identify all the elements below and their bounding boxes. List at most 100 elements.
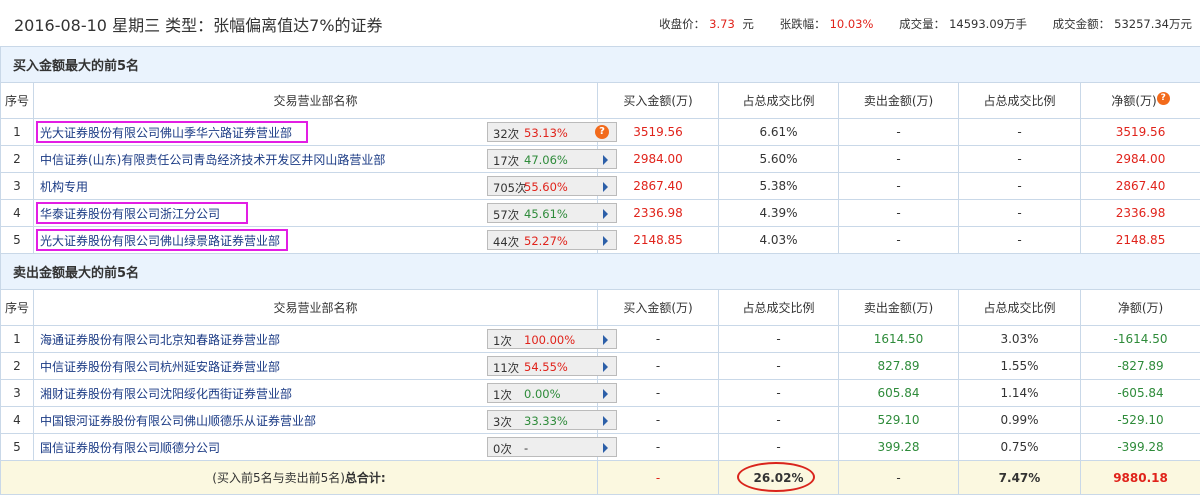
up-probability: 100.00%: [524, 333, 575, 347]
buy-pct-cell: 6.61%: [719, 119, 839, 146]
table-row: 5国信证券股份有限公司顺德分公司0次---399.280.75%-399.28: [1, 434, 1200, 461]
highlight-box: [36, 121, 308, 143]
section-header: 买入金额最大的前5名: [1, 47, 1200, 83]
broker-name-link[interactable]: 机构专用: [40, 180, 88, 194]
row-number: 4: [1, 200, 34, 227]
net-cell: -1614.50: [1081, 326, 1200, 353]
listing-count: 1次: [493, 387, 512, 403]
column-header: 序号: [1, 83, 34, 119]
listing-count: 0次: [493, 441, 512, 457]
section-header: 卖出金额最大的前5名: [1, 254, 1200, 290]
broker-cell: 光大证券股份有限公司佛山绿景路证券营业部44次52.27%: [34, 227, 598, 254]
up-probability: 53.13%: [524, 126, 568, 140]
row-number: 4: [1, 407, 34, 434]
broker-name-link[interactable]: 中信证券(山东)有限责任公司青岛经济技术开发区井冈山路营业部: [40, 153, 385, 167]
broker-cell: 海通证券股份有限公司北京知春路证券营业部 1次 100.00%: [34, 326, 598, 353]
summary-bar: 2016-08-10 星期三 类型：张幅偏离值达7%的证券 收盘价：3.73 元…: [0, 0, 1200, 46]
sell-table: 卖出金额最大的前5名序号交易营业部名称买入金额(万)占总成交比例卖出金额(万)占…: [0, 253, 1200, 495]
row-number: 5: [1, 227, 34, 254]
buy-pct-cell: -: [719, 434, 839, 461]
broker-stats-button[interactable]: 11次54.55%: [487, 356, 617, 376]
net-cell: -605.84: [1081, 380, 1200, 407]
up-probability: 55.60%: [524, 180, 568, 194]
arrow-right-icon: [603, 443, 608, 453]
up-probability: 47.06%: [524, 153, 568, 167]
volume-value: 14593.09万手: [949, 17, 1027, 31]
row-number: 3: [1, 173, 34, 200]
total-sell: -: [839, 461, 959, 495]
sell-cell: -: [839, 173, 959, 200]
row-number: 3: [1, 380, 34, 407]
close-unit: 元: [742, 17, 754, 31]
sell-pct-cell: 1.14%: [959, 380, 1081, 407]
highlight-box: [36, 229, 288, 251]
net-cell: -399.28: [1081, 434, 1200, 461]
column-header-label: 买入金额(万): [623, 94, 692, 108]
column-header-label: 占总成交比例: [983, 301, 1055, 315]
listing-count: 11次: [493, 360, 519, 376]
net-cell: -529.10: [1081, 407, 1200, 434]
buy-pct-cell: 5.38%: [719, 173, 839, 200]
help-icon[interactable]: ?: [1157, 92, 1170, 105]
table-row: 3机构专用705次55.60%2867.405.38%--2867.40: [1, 173, 1200, 200]
sell-cell: 529.10: [839, 407, 959, 434]
broker-stats-button[interactable]: 57次45.61%: [487, 203, 617, 223]
column-header: 序号: [1, 290, 34, 326]
sell-pct-cell: -: [959, 227, 1081, 254]
broker-name-link[interactable]: 中国银河证券股份有限公司佛山顺德乐从证券营业部: [40, 414, 316, 428]
listing-count: 17次: [493, 153, 519, 169]
broker-stats-button[interactable]: 3次33.33%: [487, 410, 617, 430]
column-header: 净额(万): [1081, 290, 1200, 326]
column-header: 卖出金额(万): [839, 290, 959, 326]
broker-cell: 光大证券股份有限公司佛山季华六路证券营业部32次53.13%?: [34, 119, 598, 146]
arrow-right-icon: [603, 155, 608, 165]
broker-stats-button[interactable]: 705次55.60%: [487, 176, 617, 196]
table-row: 2中信证券股份有限公司杭州延安路证券营业部11次54.55%--827.891.…: [1, 353, 1200, 380]
buy-pct-cell: -: [719, 353, 839, 380]
sell-cell: -: [839, 200, 959, 227]
amount-value: 53257.34万元: [1114, 17, 1192, 31]
column-header: 占总成交比例: [719, 83, 839, 119]
broker-name-link[interactable]: 湘财证券股份有限公司沈阳绥化西街证券营业部: [40, 387, 292, 401]
broker-stats-button[interactable]: 32次 53.13%?: [487, 122, 617, 142]
sell-pct-cell: -: [959, 200, 1081, 227]
sell-pct-cell: 0.99%: [959, 407, 1081, 434]
broker-stats-button[interactable]: 1次 100.00%: [487, 329, 617, 349]
net-cell: 2984.00: [1081, 146, 1200, 173]
broker-stats-button[interactable]: 1次0.00%: [487, 383, 617, 403]
buy-pct-cell: 5.60%: [719, 146, 839, 173]
net-cell: 2867.40: [1081, 173, 1200, 200]
buy-pct-cell: -: [719, 407, 839, 434]
total-sell-pct: 7.47%: [959, 461, 1081, 495]
volume-label: 成交量：: [899, 17, 945, 31]
sell-cell: 399.28: [839, 434, 959, 461]
column-header-label: 交易营业部名称: [273, 301, 357, 315]
help-icon[interactable]: ?: [595, 125, 609, 139]
listing-count: 1次: [493, 333, 512, 349]
sell-pct-cell: -: [959, 119, 1081, 146]
column-header-label: 卖出金额(万): [864, 301, 933, 315]
page-title: 2016-08-10 星期三 类型：张幅偏离值达7%的证券: [14, 12, 383, 36]
listing-count: 32次: [493, 126, 519, 142]
arrow-right-icon: [603, 362, 608, 372]
table-row: 4华泰证券股份有限公司浙江分公司57次45.61%2336.984.39%--2…: [1, 200, 1200, 227]
net-cell: 3519.56: [1081, 119, 1200, 146]
row-number: 1: [1, 119, 34, 146]
column-header-label: 净额(万): [1118, 301, 1163, 315]
total-row: (买入前5名与卖出前5名)总合计:-26.02%-7.47%9880.18: [1, 461, 1200, 495]
sell-cell: 1614.50: [839, 326, 959, 353]
broker-stats-button[interactable]: 44次52.27%: [487, 230, 617, 250]
column-header: 买入金额(万): [598, 83, 719, 119]
broker-cell: 机构专用705次55.60%: [34, 173, 598, 200]
broker-name-link[interactable]: 国信证券股份有限公司顺德分公司: [40, 441, 220, 455]
broker-name-link[interactable]: 海通证券股份有限公司北京知春路证券营业部: [40, 333, 280, 347]
broker-stats-button[interactable]: 0次-: [487, 437, 617, 457]
column-header-label: 占总成交比例: [742, 301, 814, 315]
row-number: 2: [1, 353, 34, 380]
column-header-row: 序号交易营业部名称买入金额(万)占总成交比例卖出金额(万)占总成交比例净额(万)…: [1, 83, 1200, 119]
net-cell: 2336.98: [1081, 200, 1200, 227]
highlight-ellipse: [737, 462, 815, 492]
broker-stats-button[interactable]: 17次 47.06%: [487, 149, 617, 169]
broker-name-link[interactable]: 中信证券股份有限公司杭州延安路证券营业部: [40, 360, 280, 374]
broker-cell: 中信证券股份有限公司杭州延安路证券营业部11次54.55%: [34, 353, 598, 380]
